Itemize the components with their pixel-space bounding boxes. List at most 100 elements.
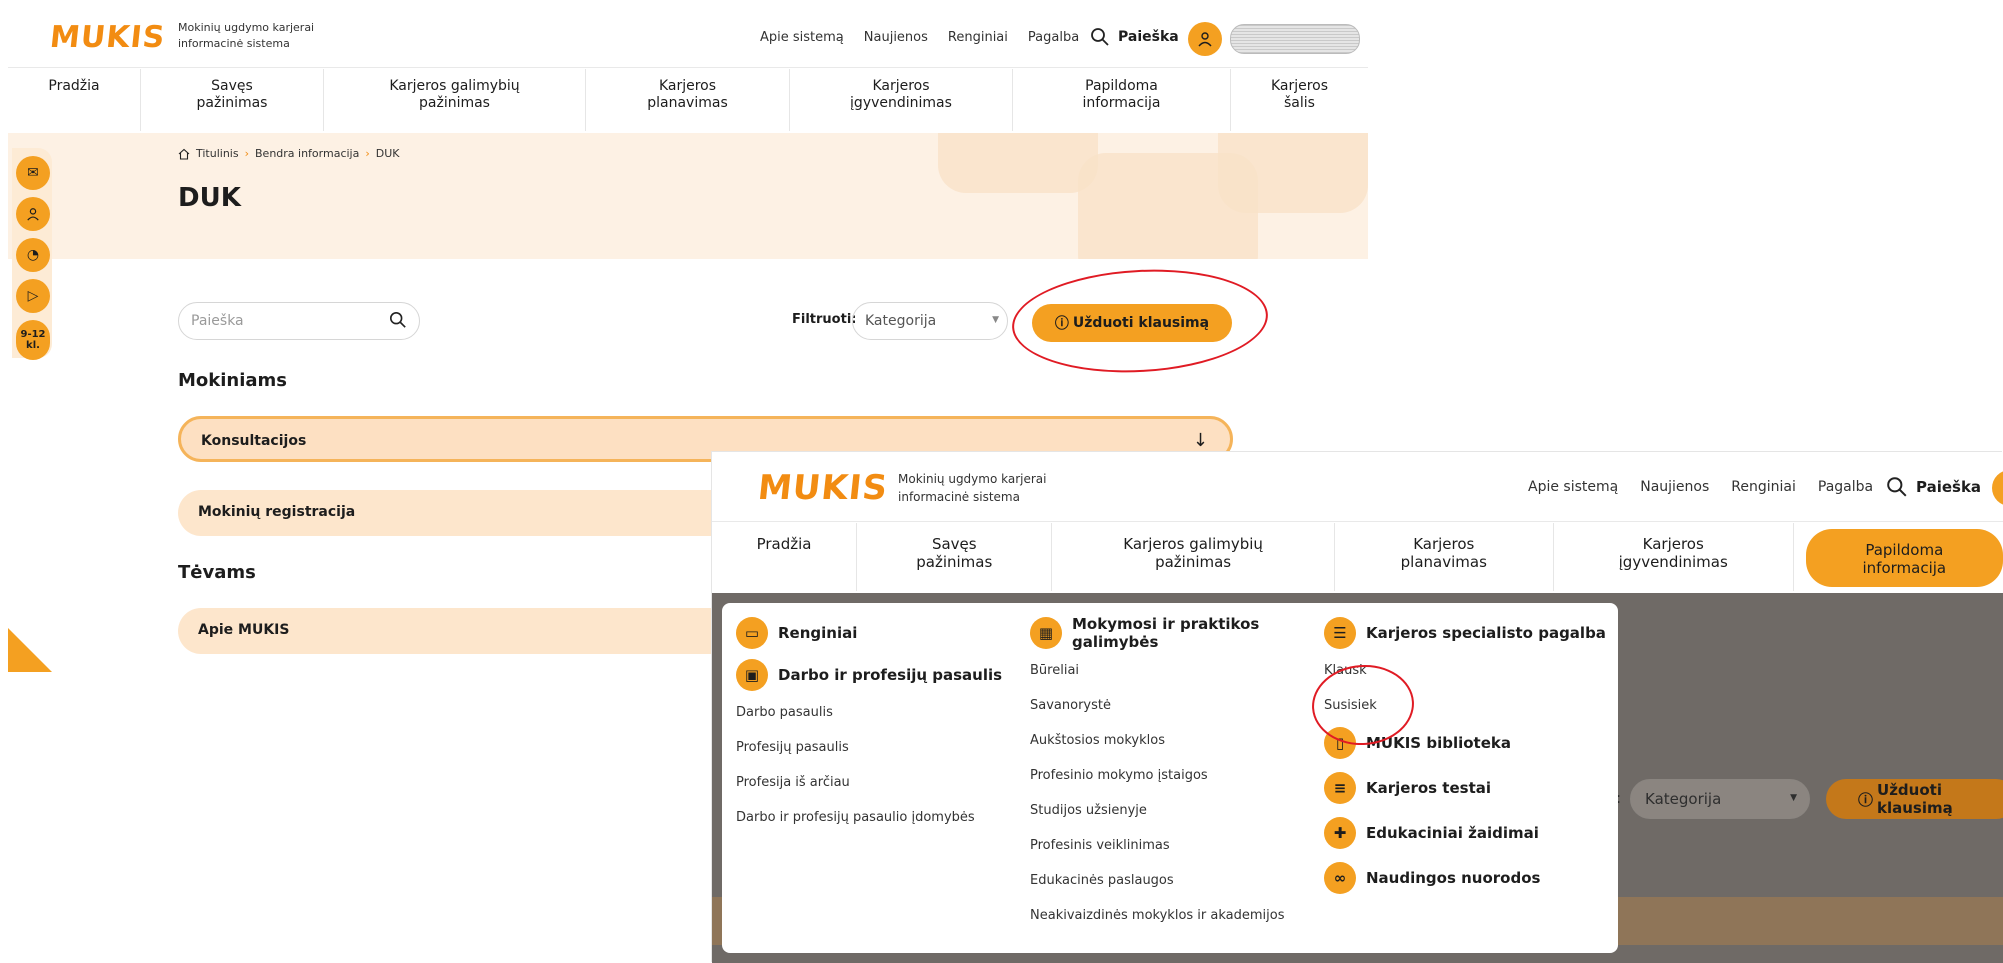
nav-item-career-opportunities[interactable]: Karjeros galimybių pažinimas: [1052, 523, 1335, 591]
mega-heading-specialist-help[interactable]: ☰ Karjeros specialisto pagalba: [1324, 617, 1614, 649]
site-header: MUKIS Mokinių ugdymo karjerai informacin…: [8, 8, 1368, 68]
accordion-label: Apie MUKIS: [198, 622, 290, 638]
mega-link[interactable]: Savanorystė: [1030, 688, 1320, 723]
section-title-students: Mokiniams: [178, 370, 288, 391]
dimmed-category-value: Kategorija: [1645, 790, 1722, 808]
puzzle-icon: ✚: [1324, 817, 1356, 849]
faq-search-input[interactable]: Paieška: [178, 302, 420, 340]
header-search-button[interactable]: Paieška: [1886, 476, 1981, 498]
mega-link[interactable]: Būreliai: [1030, 653, 1320, 688]
user-icon[interactable]: [1992, 470, 2003, 506]
logo-text: MUKIS: [755, 468, 891, 508]
filter-label: Filtruoti:: [792, 312, 857, 327]
home-icon[interactable]: [178, 148, 190, 160]
mega-link[interactable]: Profesinio mokymo įstaigos: [1030, 758, 1320, 793]
mega-link[interactable]: Darbo ir profesijų pasaulio įdomybės: [736, 800, 1026, 835]
top-link-about[interactable]: Apie sistemą: [760, 30, 844, 45]
mega-link[interactable]: Neakivaizdinės mokyklos ir akademijos: [1030, 898, 1320, 933]
nav-item-self-knowledge[interactable]: Savęs pažinimas: [857, 523, 1053, 591]
nav-item-self-knowledge[interactable]: Savęs pažinimas: [141, 69, 324, 131]
corner-decoration: [8, 628, 52, 672]
dimmed-ask-question-button: ⓘ Užduoti klausimą: [1826, 779, 2003, 819]
top-link-about[interactable]: Apie sistemą: [1528, 479, 1618, 495]
search-icon: [1091, 28, 1109, 46]
briefcase-icon: ▣: [736, 659, 768, 691]
banner-decoration: [1218, 133, 1368, 213]
nav-item-career-opportunities[interactable]: Karjeros galimybių pažinimas: [324, 69, 586, 131]
play-icon[interactable]: ▷: [16, 279, 50, 313]
mega-col-1: ▭ Renginiai ▣ Darbo ir profesijų pasauli…: [736, 617, 1026, 835]
mega-link[interactable]: Edukacinės paslaugos: [1030, 863, 1320, 898]
mega-link[interactable]: Aukštosios mokyklos: [1030, 723, 1320, 758]
breadcrumb-home[interactable]: Titulinis: [196, 147, 239, 160]
user-icon[interactable]: [1188, 22, 1222, 56]
top-link-help[interactable]: Pagalba: [1028, 30, 1079, 45]
mega-heading-events[interactable]: ▭ Renginiai: [736, 617, 1026, 649]
faq-search-placeholder: Paieška: [191, 313, 244, 329]
mega-col-2: ▦ Mokymosi ir praktikos galimybės Būreli…: [1030, 615, 1320, 933]
dimmed-ask-question-label: Užduoti klausimą: [1877, 781, 1953, 817]
mail-icon[interactable]: ✉: [16, 156, 50, 190]
banner-decoration: [938, 133, 1098, 193]
dimmed-category-select: Kategorija ▼: [1630, 779, 1810, 819]
mega-heading-work-world[interactable]: ▣ Darbo ir profesijų pasaulis: [736, 659, 1026, 691]
pie-chart-icon[interactable]: ◔: [16, 238, 50, 272]
mega-menu-panel: ▭ Renginiai ▣ Darbo ir profesijų pasauli…: [722, 603, 1618, 953]
nav-item-additional-info[interactable]: Papildoma informacija: [1013, 69, 1231, 131]
accordion-label: Konsultacijos: [201, 433, 307, 449]
mega-link[interactable]: Profesinis veiklinimas: [1030, 828, 1320, 863]
tagline-line-1: Mokinių ugdymo karjerai: [898, 472, 1047, 486]
mega-link[interactable]: Profesija iš arčiau: [736, 765, 1026, 800]
calendar-icon: ▭: [736, 617, 768, 649]
top-link-events[interactable]: Renginiai: [1731, 479, 1796, 495]
nav-item-career-implementation[interactable]: Karjeros įgyvendinimas: [790, 69, 1013, 131]
mukis-logo[interactable]: MUKIS: [48, 20, 167, 55]
search-icon: [1887, 477, 1907, 497]
breadcrumb-general[interactable]: Bendra informacija: [255, 147, 359, 160]
question-circle-icon: ⓘ: [1858, 790, 1874, 809]
search-icon[interactable]: [389, 311, 407, 329]
grade-selector[interactable]: 9-12 kl.: [16, 320, 50, 360]
mukis-logo[interactable]: MUKIS: [756, 468, 890, 508]
top-link-help[interactable]: Pagalba: [1818, 479, 1873, 495]
nav-item-career-country[interactable]: Karjeros šalis: [1231, 69, 1368, 131]
nav-item-career-planning[interactable]: Karjeros planavimas: [1335, 523, 1554, 591]
mega-link[interactable]: Profesijų pasaulis: [736, 730, 1026, 765]
mega-heading-learning[interactable]: ▦ Mokymosi ir praktikos galimybės: [1030, 615, 1320, 651]
category-select[interactable]: Kategorija ▼: [852, 302, 1008, 340]
top-link-events[interactable]: Renginiai: [948, 30, 1008, 45]
mega-heading-tests[interactable]: ≡ Karjeros testai: [1324, 772, 1614, 804]
nav-item-home[interactable]: Pradžia: [712, 523, 858, 591]
breadcrumb: Titulinis › Bendra informacija › DUK: [178, 147, 400, 160]
mega-link[interactable]: Studijos užsienyje: [1030, 793, 1320, 828]
mega-menu-screenshot: MUKIS Mokinių ugdymo karjerai informacin…: [712, 452, 2003, 963]
category-select-value: Kategorija: [865, 313, 937, 329]
top-link-news[interactable]: Naujienos: [864, 30, 928, 45]
nav-item-additional-info[interactable]: Papildoma informacija: [1805, 529, 2003, 587]
user-name-pill[interactable]: [1230, 24, 1360, 54]
annotation-circle: [1009, 263, 1271, 379]
arrow-down-icon: ↓: [1192, 430, 1208, 451]
dimmed-overlay[interactable]: : Kategorija ▼ ⓘ Užduoti klausimą ▭ Reng…: [712, 593, 2003, 963]
link-icon: ∞: [1324, 862, 1356, 894]
site-header: MUKIS Mokinių ugdymo karjerai informacin…: [712, 452, 2003, 522]
nav-item-home[interactable]: Pradžia: [8, 69, 141, 131]
top-links: Apie sistemą Naujienos Renginiai Pagalba: [760, 30, 1079, 45]
mega-link[interactable]: Darbo pasaulis: [736, 695, 1026, 730]
accordion-label: Mokinių registracija: [198, 504, 356, 520]
profile-icon[interactable]: [16, 197, 50, 231]
logo-text: MUKIS: [48, 20, 168, 55]
top-link-news[interactable]: Naujienos: [1640, 479, 1709, 495]
list-icon: ≡: [1324, 772, 1356, 804]
tagline-line-2: informacinė sistema: [898, 490, 1020, 504]
tagline: Mokinių ugdymo karjerai informacinė sist…: [898, 470, 1047, 506]
mega-heading-links[interactable]: ∞ Naudingos nuorodos: [1324, 862, 1614, 894]
nav-item-career-implementation[interactable]: Karjeros įgyvendinimas: [1554, 523, 1794, 591]
chat-icon: ☰: [1324, 617, 1356, 649]
main-nav: Pradžia Savęs pažinimas Karjeros galimybi…: [8, 69, 1368, 131]
nav-item-career-planning[interactable]: Karjeros planavimas: [586, 69, 790, 131]
header-search-button[interactable]: Paieška: [1090, 27, 1179, 47]
section-title-parents: Tėvams: [178, 562, 256, 583]
chevron-right-icon: ›: [244, 147, 249, 160]
mega-heading-games[interactable]: ✚ Edukaciniai žaidimai: [1324, 817, 1614, 849]
